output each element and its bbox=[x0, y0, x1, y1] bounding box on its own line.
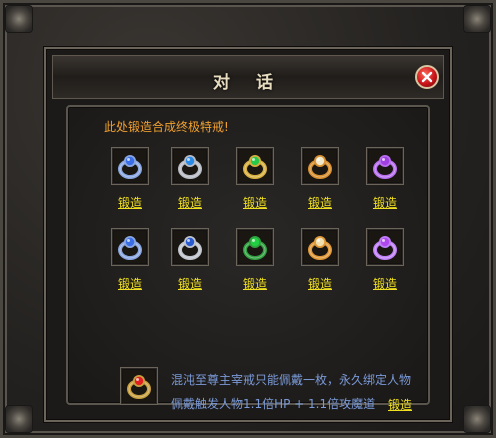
ring-slot[interactable] bbox=[236, 228, 274, 266]
ring-slot[interactable] bbox=[111, 228, 149, 266]
ring-item: 锻造 bbox=[299, 228, 341, 292]
forge-link[interactable]: 锻造 bbox=[373, 194, 397, 211]
dialog-titlebar: 对 话 bbox=[52, 55, 444, 99]
forge-link[interactable]: 锻造 bbox=[178, 275, 202, 292]
amethyst-ring-icon bbox=[369, 231, 401, 263]
forge-link[interactable]: 锻造 bbox=[118, 194, 142, 211]
ring-slot[interactable] bbox=[236, 147, 274, 185]
special-ring-slot[interactable] bbox=[120, 367, 158, 405]
ring-slot[interactable] bbox=[171, 147, 209, 185]
ring-slot[interactable] bbox=[366, 147, 404, 185]
ring-item: 锻造 bbox=[234, 228, 276, 292]
ring-item: 锻造 bbox=[169, 147, 211, 211]
ring-item: 锻造 bbox=[364, 228, 406, 292]
special-forge-link[interactable]: 锻造 bbox=[388, 396, 412, 413]
emerald-ring-icon bbox=[239, 231, 271, 263]
forge-link[interactable]: 锻造 bbox=[373, 275, 397, 292]
ring-item: 锻造 bbox=[299, 147, 341, 211]
frame-corner bbox=[463, 5, 491, 33]
ring-slot[interactable] bbox=[111, 147, 149, 185]
emerald-ring-icon bbox=[239, 150, 271, 182]
sapphire-ring-icon bbox=[174, 231, 206, 263]
forge-link[interactable]: 锻造 bbox=[118, 275, 142, 292]
npc-dialog: 对 话 此处锻造合成终极特戒! 锻造 锻造 锻造 锻造 锻造 锻造 锻造 锻造 锻造 锻造 混沌… bbox=[44, 47, 452, 422]
ring-item: 锻造 bbox=[234, 147, 276, 211]
ring-slot[interactable] bbox=[171, 228, 209, 266]
forge-link[interactable]: 锻造 bbox=[308, 194, 332, 211]
frame-corner bbox=[5, 405, 33, 433]
forge-link[interactable]: 锻造 bbox=[178, 194, 202, 211]
special-desc-line2: 佩戴触发人物1.1倍HP + 1.1倍攻魔道 bbox=[171, 397, 376, 411]
diamond-ring-icon bbox=[304, 150, 336, 182]
close-icon bbox=[421, 71, 433, 83]
special-desc-line1: 混沌至尊主宰戒只能佩戴一枚，永久绑定人物 bbox=[171, 373, 412, 387]
forge-link[interactable]: 锻造 bbox=[243, 194, 267, 211]
special-ring-description: 混沌至尊主宰戒只能佩戴一枚，永久绑定人物 佩戴触发人物1.1倍HP + 1.1倍… bbox=[171, 368, 421, 416]
blue-ring-icon bbox=[114, 150, 146, 182]
ring-item: 锻造 bbox=[109, 147, 151, 211]
close-button[interactable] bbox=[415, 65, 439, 89]
dialog-content: 此处锻造合成终极特戒! 锻造 锻造 锻造 锻造 锻造 锻造 锻造 锻造 锻造 锻造 混沌至尊主宰… bbox=[66, 105, 430, 412]
diamond-ring-icon bbox=[304, 231, 336, 263]
frame-corner bbox=[463, 405, 491, 433]
ring-item: 锻造 bbox=[169, 228, 211, 292]
forge-link[interactable]: 锻造 bbox=[243, 275, 267, 292]
ruby-ring-icon bbox=[123, 370, 155, 402]
ring-slot[interactable] bbox=[366, 228, 404, 266]
intro-text: 此处锻造合成终极特戒! bbox=[104, 120, 229, 134]
dialog-title: 对 话 bbox=[213, 73, 283, 93]
sapphire-ring-icon bbox=[174, 150, 206, 182]
ring-item: 锻造 bbox=[109, 228, 151, 292]
ring-slot[interactable] bbox=[301, 147, 339, 185]
frame-corner bbox=[5, 5, 33, 33]
ring-item: 锻造 bbox=[364, 147, 406, 211]
forge-link[interactable]: 锻造 bbox=[308, 275, 332, 292]
blue-ring-icon bbox=[114, 231, 146, 263]
amethyst-ring-icon bbox=[369, 150, 401, 182]
ring-slot[interactable] bbox=[301, 228, 339, 266]
